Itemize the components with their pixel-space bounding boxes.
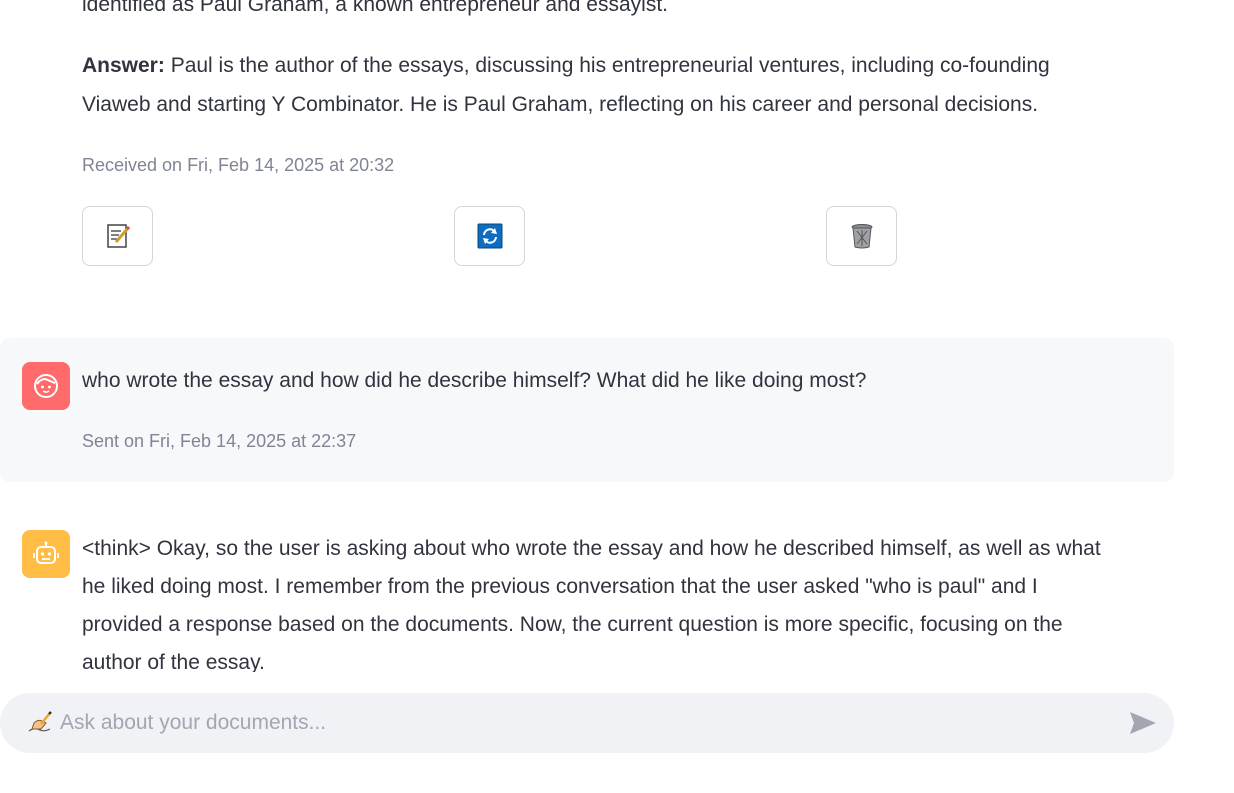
user-avatar — [22, 362, 70, 410]
refresh-icon — [477, 223, 502, 249]
assistant-message-line-3: provided a response based on the documen… — [82, 613, 1063, 636]
delete-button[interactable] — [826, 206, 897, 266]
robot-icon — [33, 541, 59, 564]
assistant-message-line-4: author of the essay. — [82, 651, 265, 672]
sent-timestamp: Sent on Fri, Feb 14, 2025 at 22:37 — [82, 431, 357, 451]
writing-hand-icon — [28, 711, 52, 732]
user-message-text: who wrote the essay and how did he descr… — [82, 369, 867, 392]
trash-icon — [851, 224, 872, 249]
face-icon — [34, 374, 58, 398]
previous-answer-line-2: Viaweb and starting Y Combinator. He is … — [82, 93, 1039, 116]
send-icon — [1130, 712, 1156, 734]
answer-text-1: Paul is the author of the essays, discus… — [164, 54, 1050, 77]
send-button[interactable] — [1124, 706, 1162, 740]
assistant-avatar — [22, 530, 70, 578]
chat-input-bar[interactable] — [0, 693, 1174, 753]
assistant-message-line-1: <think> Okay, so the user is asking abou… — [82, 537, 1101, 560]
chat-history[interactable]: identified as Paul Graham, a known entre… — [0, 0, 1234, 672]
assistant-message-line-2: he liked doing most. I remember from the… — [82, 575, 1038, 598]
user-message — [0, 338, 1174, 482]
regenerate-button[interactable] — [454, 206, 525, 266]
chat-input[interactable] — [60, 693, 1110, 753]
memo-icon — [106, 224, 130, 248]
edit-button[interactable] — [82, 206, 153, 266]
previous-answer-partial-line: identified as Paul Graham, a known entre… — [82, 0, 669, 16]
answer-label: Answer: — [82, 54, 165, 77]
previous-answer-line-1: Answer: Paul is the author of the essays… — [82, 47, 1050, 85]
received-timestamp: Received on Fri, Feb 14, 2025 at 20:32 — [82, 155, 395, 175]
